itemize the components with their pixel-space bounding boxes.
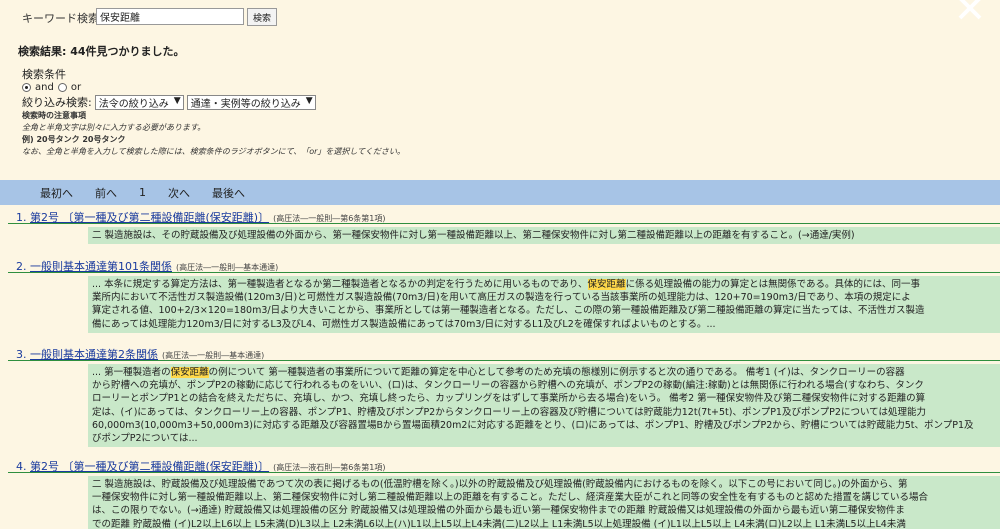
result-source: (高圧法―一般則―基本通達) (162, 351, 265, 360)
excerpt-text: 二 製造施設は、その貯蔵設備及び処理設備の外面から、第一種保安物件に対し第一種設… (92, 230, 855, 241)
excerpt-line: ローリーとポンプP1との結合を終えただちに、充填し、かつ、充填し終ったら、カップ… (92, 392, 996, 405)
excerpt-line: 算定される値、100+2/3×120=180m3/日より大きいことから、事業所と… (92, 304, 996, 317)
notes-line-2: 例) 20号タンク 20号タンク (22, 135, 126, 144)
excerpt-text: ... 本条に規定する算定方法は、第一種製造者となるか第二種製造者となるかの判定… (92, 279, 588, 290)
excerpt-text: から貯槽への充填が、ポンプP2の稼動に応じて行われるものをいい、(ロ)は、タンク… (92, 380, 924, 392)
search-mode-radios: and or (22, 82, 81, 93)
excerpt-line: 二 製造施設は、貯蔵設備及び処理設備であつて次の表に掲げるもの(低温貯槽を除く。… (92, 478, 996, 491)
search-notes: 検索時の注意事項 全角と半角文字は別々に入力する必要があります。 例) 20号タ… (22, 110, 405, 158)
excerpt-line: ... 本条に規定する算定方法は、第一種製造者となるか第二種製造者となるかの判定… (92, 278, 996, 291)
excerpt-text: 60,000m3(10,000m3+50,000m3)に対応する距離及び容器置場… (92, 419, 974, 431)
excerpt-line: 二 製造施設は、その貯蔵設備及び処理設備の外面から、第一種保安物件に対し第一種設… (92, 229, 996, 242)
excerpt-text: 一種保安物件に対し第一種設備距離以上、第二種保安物件に対し第二種設備距離以上の距… (92, 492, 929, 504)
notes-line-1: 全角と半角文字は別々に入力する必要があります。 (22, 123, 206, 132)
search-bar: キーワード検索: 検索 (0, 0, 1000, 30)
excerpt-text: ... 第一種製造者の (92, 367, 171, 378)
result-source: (高圧法―液石則―第6条第1項) (273, 463, 386, 472)
notes-title: 検索時の注意事項 (22, 111, 86, 120)
result-excerpt: 二 製造施設は、貯蔵設備及び処理設備であつて次の表に掲げるもの(低温貯槽を除く。… (88, 476, 1000, 529)
pagination-bar: 最初へ 前へ 1 次へ 最後へ (0, 180, 1000, 205)
result-divider (8, 472, 1000, 473)
result-source: (高圧法―一般則―基本通達) (176, 263, 279, 272)
excerpt-text: は、この限りでない。(→通達) 貯蔵設備又は処理設備の区分 貯蔵設備又は処理設備… (92, 505, 905, 517)
excerpt-line: 60,000m3(10,000m3+50,000m3)に対応する距離及び容器置場… (92, 419, 996, 432)
radio-or[interactable] (57, 83, 67, 92)
filter-row: 絞り込み検索: 法令の絞り込み ▼ 通達・実例等の絞り込み ▼ (22, 94, 316, 110)
excerpt-line: 業所内において不活性ガス製造設備(120m3/日)と可燃性ガス製造設備(70m3… (92, 291, 996, 304)
notes-line-3: なお、全角と半角を入力して検索した際には、検索条件のラジオボタンにて、「or」を… (22, 147, 405, 156)
result-divider (8, 223, 1000, 224)
result-excerpt: 二 製造施設は、その貯蔵設備及び処理設備の外面から、第一種保安物件に対し第一種設… (88, 227, 1000, 245)
excerpt-text: での距離 貯蔵設備 (イ)L2以上L6以上 L5未満(D)L3以上 L2未満L6… (92, 518, 906, 529)
first-page-link[interactable]: 最初へ (40, 185, 73, 201)
radio-and-label: and (35, 82, 54, 93)
search-label: キーワード検索: (22, 12, 103, 25)
radio-or-label: or (70, 82, 82, 93)
excerpt-text: 定は、(イ)にあっては、タンクローリー上の容器、ポンプP1、貯槽及びポンプP2か… (92, 406, 926, 418)
filter-label: 絞り込み検索: (22, 96, 92, 109)
result-source: (高圧法―一般則―第6条第1項) (273, 214, 386, 223)
notice-filter-select[interactable]: 通達・実例等の絞り込み ▼ (186, 94, 316, 110)
radio-and[interactable] (22, 83, 31, 92)
conditions-title: 検索条件 (22, 68, 66, 81)
keyword-highlight: 保安距離 (587, 279, 626, 290)
notice-filter-value: 通達・実例等の絞り込み (190, 98, 301, 110)
law-filter-value: 法令の絞り込み (98, 98, 169, 110)
result-count: 検索結果: 44件見つかりました。 (18, 45, 185, 58)
excerpt-text: ローリーとポンプP1との結合を終えただちに、充填し、かつ、充填し終ったら、カップ… (92, 393, 926, 405)
excerpt-line: での距離 貯蔵設備 (イ)L2以上L6以上 L5未満(D)L3以上 L2未満L6… (92, 518, 996, 529)
excerpt-line: ... 第一種製造者の保安距離の例について 第一種製造者の事業所について距離の算… (92, 366, 996, 379)
chevron-down-icon: ▼ (305, 95, 313, 106)
excerpt-line: 定は、(イ)にあっては、タンクローリー上の容器、ポンプP1、貯槽及びポンプP2か… (92, 406, 996, 419)
current-page: 1 (139, 186, 146, 199)
excerpt-line: 備にあっては処理能力120m3/日に対するL3及びL4、可燃性ガス製造設備にあっ… (92, 318, 996, 331)
excerpt-text: に係る処理設備の能力の算定とは無関係である。具体的には、同一事 (625, 279, 920, 290)
excerpt-text: 二 製造施設は、貯蔵設備及び処理設備であつて次の表に掲げるもの(低温貯槽を除く。… (92, 479, 908, 490)
law-filter-select[interactable]: 法令の絞り込み ▼ (94, 94, 184, 110)
close-icon[interactable] (956, 0, 984, 22)
prev-page-link[interactable]: 前へ (95, 185, 117, 201)
excerpt-text: 業所内において不活性ガス製造設備(120m3/日)と可燃性ガス製造設備(70m3… (92, 292, 911, 304)
excerpt-text: 備にあっては処理能力120m3/日に対するL3及びL4、可燃性ガス製造設備にあっ… (92, 318, 716, 330)
search-input[interactable] (96, 8, 244, 25)
keyword-highlight: 保安距離 (170, 367, 209, 378)
next-page-link[interactable]: 次へ (168, 185, 190, 201)
excerpt-text: の例について 第一種製造者の事業所について距離の算定を中心として参考のため充填の… (208, 367, 905, 378)
last-page-link[interactable]: 最後へ (212, 185, 245, 201)
result-excerpt: ... 本条に規定する算定方法は、第一種製造者となるか第二種製造者となるかの判定… (88, 276, 1000, 333)
excerpt-text: 算定される値、100+2/3×120=180m3/日より大きいことから、事業所と… (92, 305, 925, 317)
excerpt-line: びポンプP2については... (92, 432, 996, 445)
excerpt-line: 一種保安物件に対し第一種設備距離以上、第二種保安物件に対し第二種設備距離以上の距… (92, 491, 996, 504)
result-divider (8, 272, 1000, 273)
result-divider (8, 360, 1000, 361)
chevron-down-icon: ▼ (173, 95, 181, 106)
search-button[interactable]: 検索 (247, 8, 277, 26)
excerpt-line: から貯槽への充填が、ポンプP2の稼動に応じて行われるものをいい、(ロ)は、タンク… (92, 379, 996, 392)
excerpt-line: は、この限りでない。(→通達) 貯蔵設備又は処理設備の区分 貯蔵設備又は処理設備… (92, 504, 996, 517)
excerpt-text: びポンプP2については... (92, 433, 198, 445)
result-excerpt: ... 第一種製造者の保安距離の例について 第一種製造者の事業所について距離の算… (88, 364, 1000, 448)
